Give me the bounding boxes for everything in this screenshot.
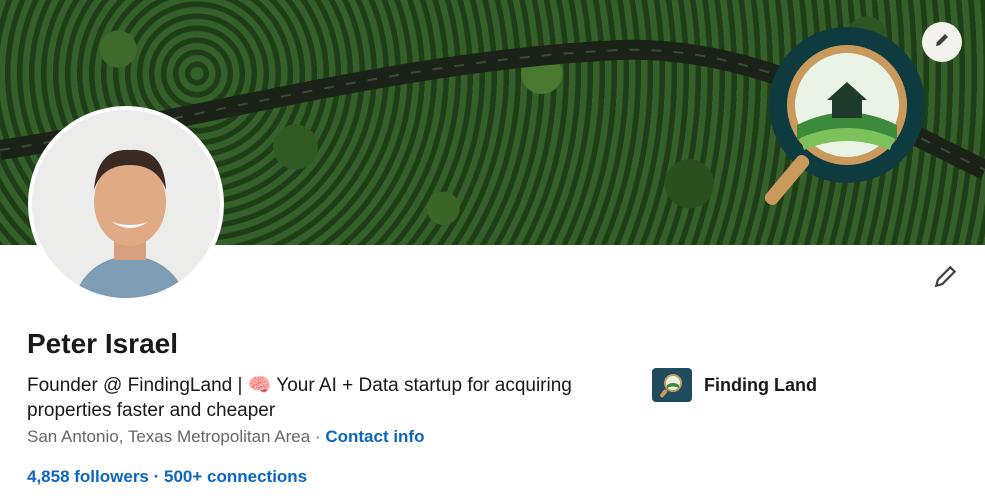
current-company[interactable]: Finding Land (652, 368, 817, 402)
profile-headline: Founder @ FindingLand | 🧠 Your AI + Data… (27, 373, 627, 423)
profile-location-line: San Antonio, Texas Metropolitan Area · C… (27, 427, 424, 447)
pencil-icon (933, 263, 959, 294)
profile-stats: 4,858 followers · 500+ connections (27, 467, 307, 487)
edit-banner-button[interactable] (922, 22, 962, 62)
edit-profile-button[interactable] (930, 262, 962, 294)
company-logo (652, 368, 692, 402)
avatar-photo (32, 110, 220, 298)
pencil-icon (933, 31, 951, 54)
profile-name: Peter Israel (27, 328, 178, 359)
separator-dot: · (310, 427, 326, 446)
brain-emoji: 🧠 (247, 375, 272, 396)
finding-land-banner-logo (764, 27, 925, 206)
location-text: San Antonio, Texas Metropolitan Area (27, 427, 311, 446)
contact-info-link[interactable]: Contact info (325, 427, 424, 446)
company-name: Finding Land (704, 374, 817, 395)
followers-link[interactable]: 4,858 followers (27, 467, 149, 486)
headline-text: Founder @ FindingLand | (27, 375, 248, 396)
stats-separator: · (148, 467, 164, 486)
profile-avatar[interactable] (28, 106, 224, 302)
connections-link[interactable]: 500+ connections (164, 467, 307, 486)
